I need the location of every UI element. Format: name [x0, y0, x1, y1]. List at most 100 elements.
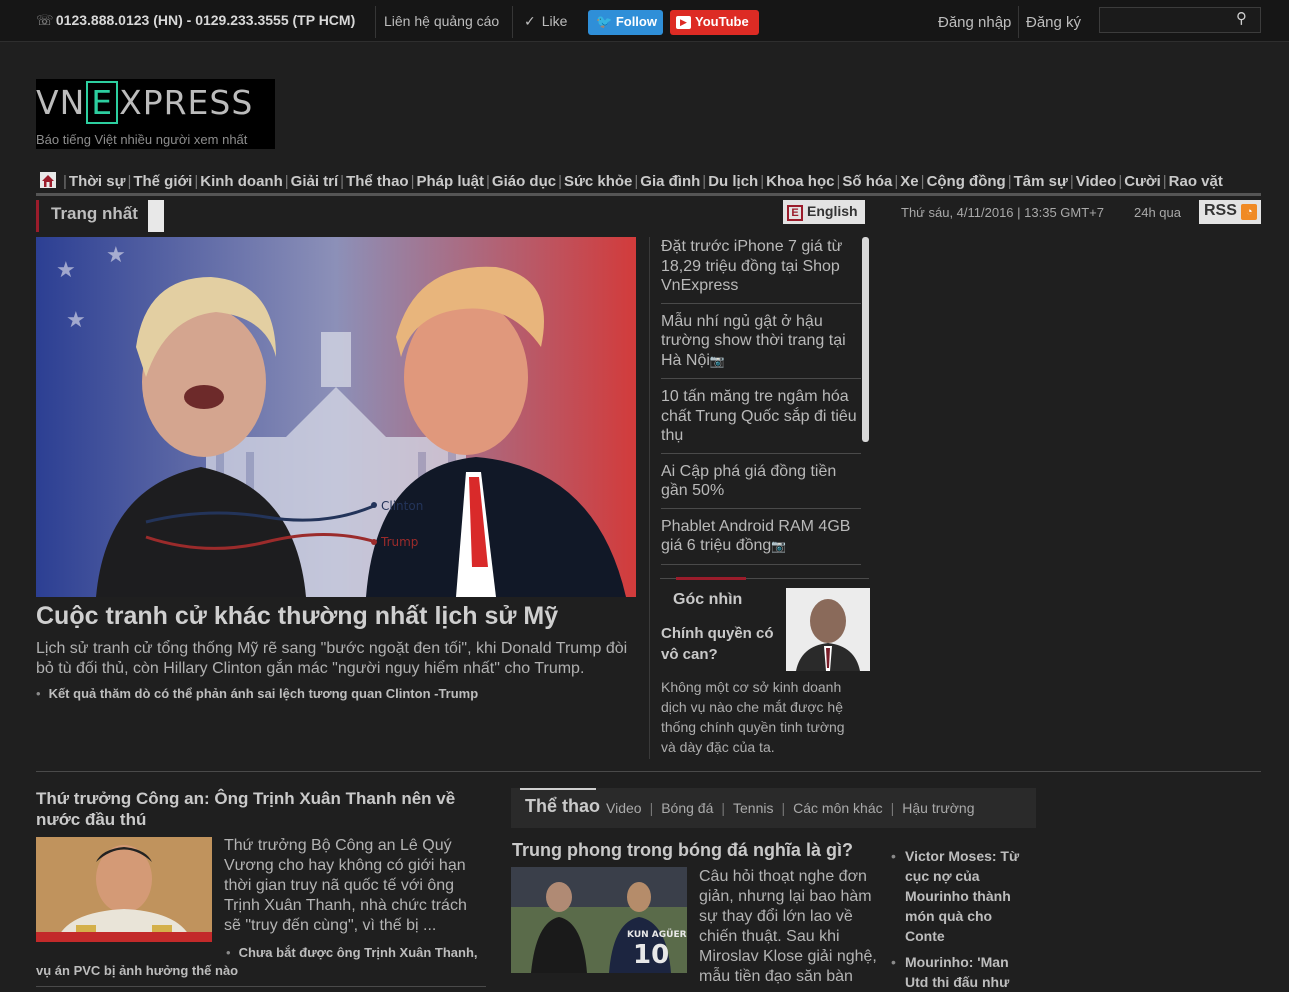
nav-separator: |	[894, 173, 899, 190]
divider	[1018, 6, 1019, 38]
opinion-accent	[676, 577, 746, 580]
sport-image[interactable]: KUN AGÜERO 10	[511, 867, 687, 973]
news-list-item[interactable]: Phablet Android RAM 4GB giá 6 triệu đồng…	[661, 517, 861, 565]
sport-subnav-item[interactable]: Bóng đá	[661, 800, 713, 816]
nav-separator: |	[1007, 173, 1012, 190]
nav-item[interactable]: Sức khỏe	[564, 173, 632, 190]
sport-accent	[520, 788, 596, 790]
hero-image[interactable]: ★ ★ ★ Clinton Trump	[36, 237, 636, 597]
nav-separator: |	[127, 173, 132, 190]
story-image[interactable]	[36, 837, 212, 942]
hero-related-link[interactable]: • Kết quả thăm dò có thể phản ánh sai lệc…	[36, 686, 478, 701]
sport-headline[interactable]: Trung phong trong bóng đá nghĩa là gì?	[512, 840, 853, 861]
nav-item[interactable]: Thể thao	[346, 173, 409, 190]
nav-item[interactable]: Thời sự	[69, 173, 126, 190]
sport-subnav-item[interactable]: Các môn khác	[793, 800, 882, 816]
list-scrollbar[interactable]	[862, 237, 869, 442]
login-link[interactable]: Đăng nhập	[938, 14, 1011, 31]
camera-icon: 📷	[771, 539, 787, 553]
nav-item[interactable]: Tâm sự	[1014, 173, 1068, 190]
register-link[interactable]: Đăng ký	[1026, 14, 1081, 31]
youtube-button[interactable]: ▶ YouTube	[670, 10, 759, 35]
nav-separator: |	[486, 173, 490, 190]
nav-separator: |	[410, 173, 415, 190]
camera-icon: 📷	[709, 353, 725, 368]
nav-separator: |	[558, 173, 562, 190]
nav-separator: |	[634, 173, 639, 190]
news-list-item[interactable]: 10 tấn măng tre ngâm hóa chất Trung Quốc…	[661, 387, 861, 454]
story-summary: Thứ trưởng Bộ Công an Lê Quý Vương cho h…	[224, 837, 467, 934]
nav-items: | Thời sự | Thế giới | Kinh doanh | Giải trí | Th…	[61, 173, 1223, 190]
twitter-follow-button[interactable]: 🐦 Follow	[588, 10, 663, 35]
sport-subnav-item[interactable]: Hậu trường	[902, 800, 974, 816]
author-avatar[interactable]	[786, 588, 870, 671]
story-headline[interactable]: Thứ trưởng Công an: Ông Trịnh Xuân Thanh…	[36, 788, 486, 830]
nav-separator: |	[702, 173, 707, 190]
opinion-label[interactable]: Góc nhìn	[673, 591, 742, 609]
current-date: Thứ sáu, 4/11/2016 | 13:35 GMT+7	[901, 205, 1104, 220]
nav-item[interactable]: Du lịch	[708, 173, 758, 190]
nav-item[interactable]: Video	[1076, 173, 1117, 190]
nav-item[interactable]: Kinh doanh	[200, 173, 283, 190]
section-title: Trang nhất	[36, 200, 138, 232]
section-tab	[148, 200, 164, 232]
section-divider	[36, 771, 1261, 772]
nav-item[interactable]: Gia đình	[640, 173, 700, 190]
rss-button[interactable]: RSS ◔	[1199, 200, 1261, 224]
nav-item[interactable]: Số hóa	[842, 173, 892, 190]
logo-wordmark: VN E XPRESS	[36, 81, 254, 124]
nav-separator: |	[284, 173, 289, 190]
news-list-item[interactable]: Ai Cập phá giá đồng tiền gần 50%	[661, 462, 861, 509]
jersey-name: KUN AGÜERO	[627, 929, 687, 940]
search-icon[interactable]: ⚲	[1236, 9, 1247, 27]
nav-separator: |	[1069, 173, 1074, 190]
nav-item[interactable]: Rao vặt	[1169, 173, 1223, 190]
opinion-summary: Không một cơ sở kinh doanh dịch vụ nào c…	[661, 679, 845, 755]
facebook-like-button[interactable]: ✓ Like	[524, 13, 567, 30]
story-related-link[interactable]: • Chưa bắt được ông Trịnh Xuân Thanh, vụ …	[36, 944, 486, 980]
hotline: ☏ 0123.888.0123 (HN) - 0129.233.3555 (TP…	[36, 12, 355, 29]
home-icon[interactable]	[40, 172, 56, 188]
bullet-icon: •	[36, 686, 41, 701]
site-logo[interactable]: VN E XPRESS Báo tiếng Việt nhiều người xem…	[36, 79, 275, 149]
opinion-title[interactable]: Chính quyền có vô can?	[661, 623, 781, 665]
hero-headline[interactable]: Cuộc tranh cử khác thường nhất lịch sử M…	[36, 602, 558, 631]
nav-separator: |	[1162, 173, 1167, 190]
sport-subnav-item[interactable]: Video	[606, 800, 642, 816]
sport-side-item[interactable]: • Victor Moses: Từ cục nợ của Mourinho th…	[891, 846, 1031, 946]
nav-separator: |	[340, 173, 345, 190]
divider	[512, 6, 513, 38]
sport-side-item[interactable]: • Mourinho: 'Man Utd thi đấu như	[891, 952, 1031, 992]
nav-separator: |	[920, 173, 925, 190]
nav-item[interactable]: Pháp luật	[416, 173, 484, 190]
sport-summary: Câu hỏi thoạt nghe đơn giản, nhưng lại b…	[699, 868, 877, 985]
nav-item[interactable]: Cộng đồng	[927, 173, 1006, 190]
nav-separator: |	[63, 173, 67, 190]
nav-separator: |	[194, 173, 199, 190]
subnav-separator: |	[890, 800, 895, 816]
jersey-number: 10	[633, 940, 669, 970]
nav-item[interactable]: Xe	[900, 173, 918, 190]
hero-summary: Lịch sử tranh cử tổng thống Mỹ rẽ sang "…	[36, 640, 628, 677]
ads-contact-link[interactable]: Liên hệ quảng cáo	[384, 13, 499, 29]
nav-item[interactable]: Thế giới	[133, 173, 192, 190]
rss-feed-icon: ◔	[1241, 204, 1258, 220]
sport-section-title[interactable]: Thể thao	[525, 796, 600, 817]
nav-item[interactable]: Khoa học	[766, 173, 834, 190]
twitter-bird-icon: 🐦	[596, 14, 613, 29]
sport-subnav: Video | Bóng đá | Tennis | Các môn khác | Hậu tr…	[606, 800, 975, 816]
svg-text:★: ★	[106, 243, 126, 268]
nav-item[interactable]: Giáo dục	[492, 173, 556, 190]
nav-item[interactable]: Giải trí	[291, 173, 339, 190]
sport-subnav-item[interactable]: Tennis	[733, 800, 773, 816]
news-list-item[interactable]: Mẫu nhí ngủ gật ở hậu trường show thời t…	[661, 312, 861, 379]
bullet-icon: •	[891, 848, 896, 864]
main-nav: | Thời sự | Thế giới | Kinh doanh | Giải trí | Th…	[36, 170, 1261, 196]
bullet-icon: •	[891, 954, 896, 970]
nav-item[interactable]: Cười	[1124, 173, 1161, 190]
h24-link[interactable]: 24h qua	[1134, 205, 1181, 220]
english-edition-button[interactable]: E English	[783, 200, 865, 224]
news-list-item[interactable]: Đặt trước iPhone 7 giá từ 18,29 triệu đồ…	[661, 237, 861, 304]
hotline-text: 0123.888.0123 (HN) - 0129.233.3555 (TP H…	[55, 12, 356, 28]
nav-separator: |	[760, 173, 765, 190]
